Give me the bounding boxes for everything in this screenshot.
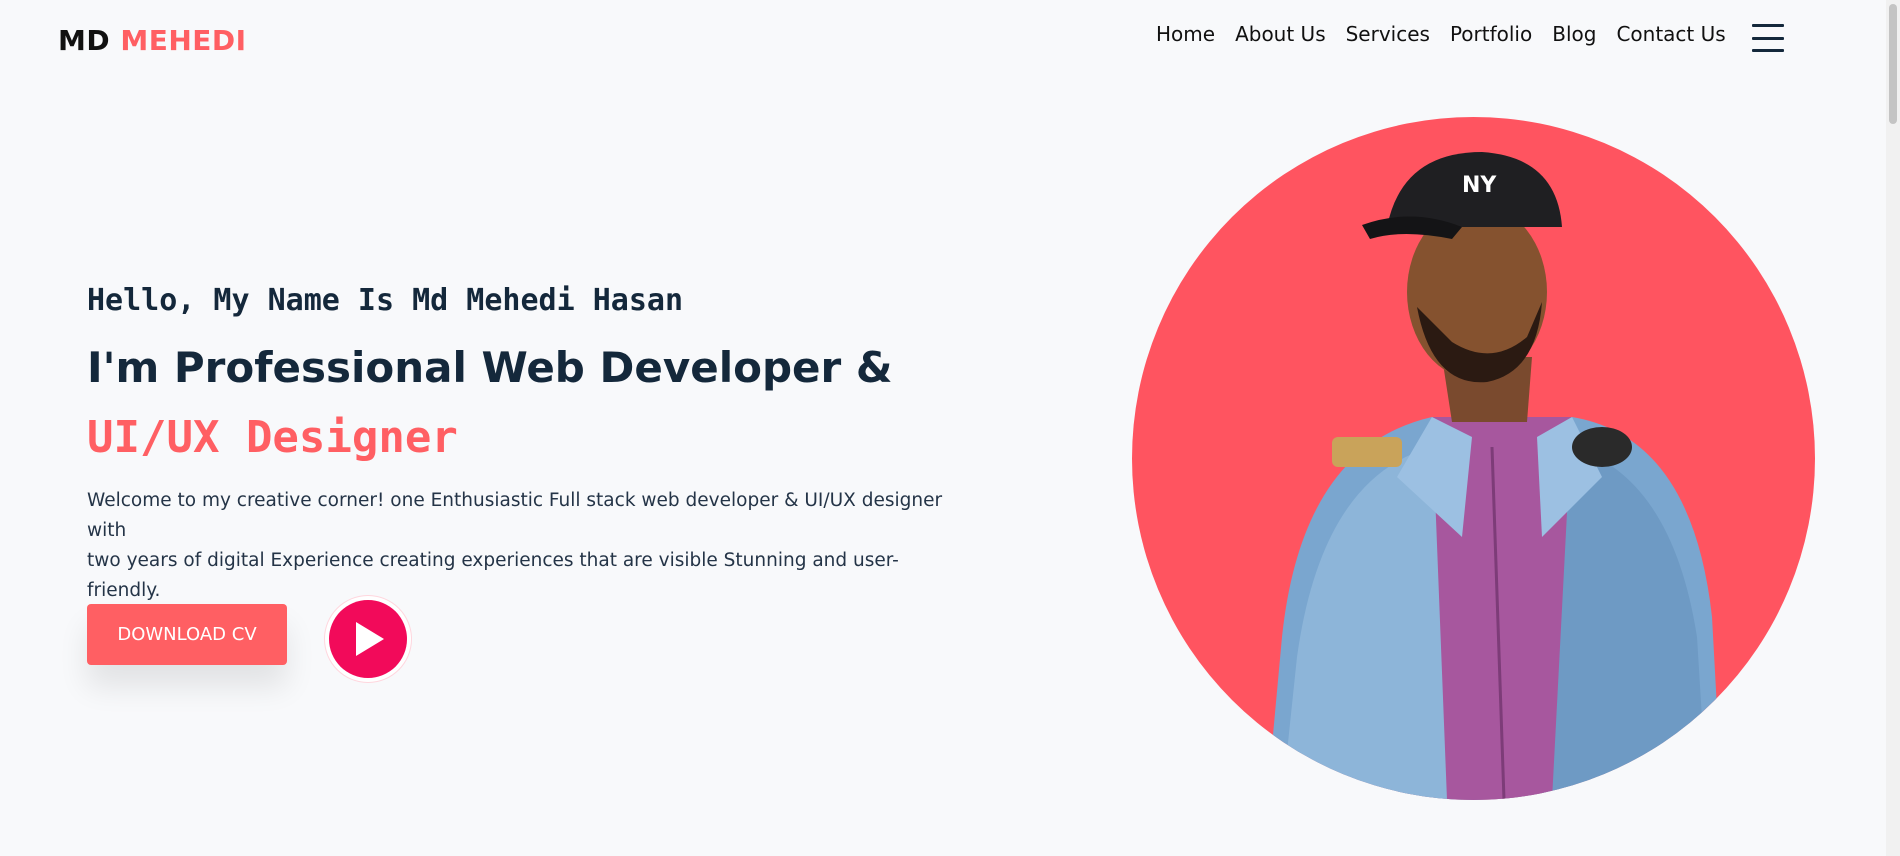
nav-about[interactable]: About Us bbox=[1235, 22, 1326, 46]
hamburger-bar bbox=[1752, 49, 1784, 52]
nav-home[interactable]: Home bbox=[1156, 22, 1215, 46]
nav-blog[interactable]: Blog bbox=[1552, 22, 1596, 46]
hero-greeting: Hello, My Name Is Md Mehedi Hasan bbox=[87, 283, 684, 318]
site-logo[interactable]: MD MEHEDI bbox=[58, 24, 247, 57]
hamburger-bar bbox=[1752, 36, 1784, 40]
logo-first: MD bbox=[58, 24, 111, 57]
intro-line-1: Welcome to my creative corner! one Enthu… bbox=[87, 490, 943, 541]
hero-role: UI/UX Designer bbox=[87, 412, 458, 463]
play-icon bbox=[356, 622, 384, 656]
svg-text:NY: NY bbox=[1462, 173, 1497, 198]
main-nav: Home About Us Services Portfolio Blog Co… bbox=[1156, 22, 1726, 46]
nav-services[interactable]: Services bbox=[1346, 22, 1430, 46]
hamburger-bar bbox=[1752, 24, 1784, 27]
page: MD MEHEDI Home About Us Services Portfol… bbox=[0, 0, 1900, 856]
intro-line-2: two years of digital Experience creating… bbox=[87, 550, 899, 601]
profile-portrait: NY bbox=[1132, 117, 1815, 800]
play-button-circle bbox=[329, 600, 407, 678]
scrollbar-thumb[interactable] bbox=[1889, 4, 1897, 124]
logo-second: MEHEDI bbox=[120, 24, 247, 57]
page-scrollbar[interactable] bbox=[1886, 0, 1900, 856]
download-cv-button[interactable]: DOWNLOAD CV bbox=[87, 604, 287, 665]
hero-headline: I'm Professional Web Developer & bbox=[87, 343, 893, 392]
play-video-button[interactable] bbox=[325, 596, 411, 682]
portrait-figure: NY bbox=[1267, 152, 1722, 800]
hero-intro: Welcome to my creative corner! one Enthu… bbox=[87, 486, 967, 606]
hamburger-menu-icon[interactable] bbox=[1752, 24, 1784, 52]
nav-portfolio[interactable]: Portfolio bbox=[1450, 22, 1532, 46]
nav-contact[interactable]: Contact Us bbox=[1616, 22, 1725, 46]
